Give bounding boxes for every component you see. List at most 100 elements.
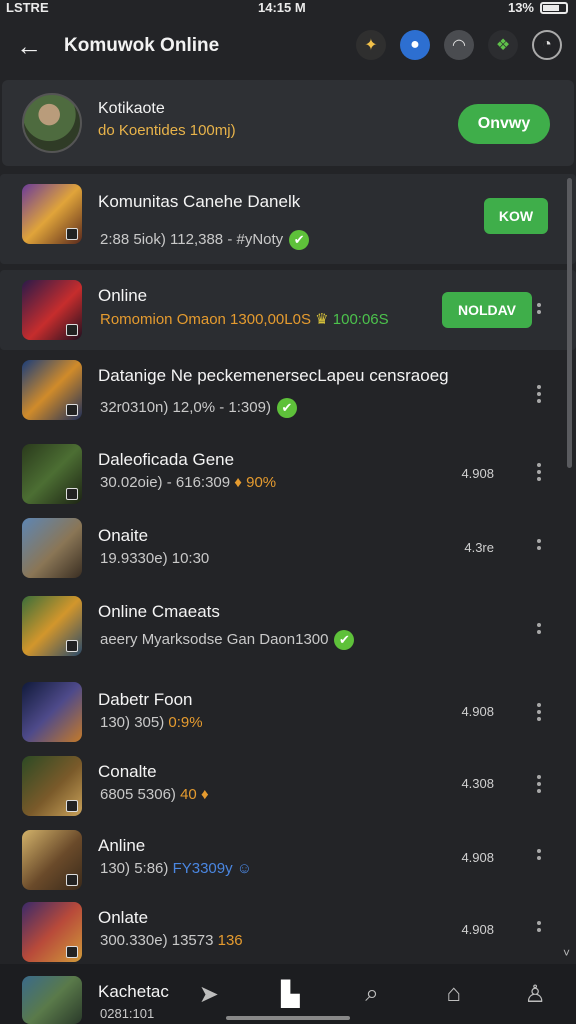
game-icon[interactable]: ● [400, 30, 430, 60]
game-thumbnail [22, 280, 82, 340]
item-score: 4.908 [461, 922, 494, 937]
rocket-icon[interactable]: ✦ [356, 30, 386, 60]
list-item[interactable]: Conalte 6805 5306) 40 ♦ 4.308 [0, 752, 576, 822]
item-score: 4.3re [464, 540, 494, 555]
notification-icon[interactable]: ◔ [532, 30, 562, 60]
item-title: Datanige Ne peckemenersecLapeu censraoeg [98, 366, 449, 385]
game-thumbnail [22, 682, 82, 742]
list-item[interactable]: Komunitas Canehe Danelk 2:88 5iok) 112,3… [0, 174, 576, 264]
item-subtitle: 19.9330e) 10:30 [100, 550, 210, 567]
item-title: Anline [98, 836, 146, 855]
crown-icon: ♛ [315, 311, 329, 328]
item-subtitle: 0281:101 [100, 1006, 155, 1021]
item-subtitle-accent: 90% [246, 474, 277, 491]
item-score: 4.308 [461, 776, 494, 791]
store-icon[interactable]: ⌂ [436, 976, 472, 1012]
join-button[interactable]: KOW [484, 198, 548, 234]
flame-icon: ♦ [200, 786, 209, 803]
more-options-icon[interactable] [534, 300, 544, 317]
item-title: Onaite [98, 526, 149, 545]
bookmark-icon[interactable]: ➤ [191, 976, 227, 1012]
item-subtitle: 2:88 5iok) 112,388 - #yNoty [100, 230, 284, 248]
item-subtitle: Romomion Omaon 1300,00L0S [100, 311, 311, 328]
game-thumbnail [22, 596, 82, 656]
more-options-icon[interactable] [534, 620, 544, 637]
more-options-icon[interactable] [534, 700, 544, 724]
leaf-icon[interactable]: ❖ [488, 30, 518, 60]
game-thumbnail [22, 976, 82, 1024]
app-bar: ← Komuwok Online ✦ ● ◠ ❖ ◔ [0, 22, 576, 72]
list-item[interactable]: Daleoficada Gene 30.02oie) - 616:309 ♦ 9… [0, 434, 576, 510]
item-subtitle-accent: 0:9% [168, 714, 203, 731]
hold-button[interactable]: NOLDAV [442, 292, 532, 328]
clock: 14:15 M [258, 0, 306, 15]
back-arrow-icon[interactable]: ← [16, 32, 44, 60]
list-item[interactable]: Online Cmaeats aeery Myarksodse Gan Daon… [0, 590, 576, 674]
item-subtitle: 130) 5:86) [100, 860, 169, 877]
chevron-down-icon[interactable]: ˅ [563, 946, 570, 960]
more-options-icon[interactable] [534, 382, 544, 406]
item-score: 4.908 [461, 850, 494, 865]
featured-card: Kotikaote do Koentides 100mj) Onvwy [2, 80, 574, 166]
list-item[interactable]: Online Romomion Omaon 1300,00L0S ♛ 100:0… [0, 270, 576, 350]
featured-title: Kotikaote [98, 100, 165, 117]
profile-icon[interactable]: ♙ [517, 976, 553, 1012]
home-indicator [226, 1016, 350, 1020]
list-item[interactable]: Anline 130) 5:86) FY3309y ☺ 4.908 [0, 826, 576, 896]
game-thumbnail [22, 444, 82, 504]
list-item[interactable]: Onaite 19.9330e) 10:30 4.3re [0, 510, 576, 584]
more-options-icon[interactable] [534, 460, 544, 484]
verified-check-icon: ✔ [289, 230, 310, 250]
item-subtitle-accent: 40 [180, 786, 197, 803]
item-subtitle: 30.02oie) - 616:309 [100, 474, 231, 491]
item-score: 4.908 [461, 466, 494, 481]
game-thumbnail [22, 184, 82, 244]
item-subtitle-accent: FY3309y [172, 860, 233, 877]
search-icon[interactable]: ⌕ [354, 976, 390, 1012]
carrier-label: LSTRE [6, 0, 49, 15]
more-options-icon[interactable] [534, 846, 544, 863]
item-title: Conalte [98, 762, 157, 781]
item-title: Online Cmaeats [98, 602, 220, 621]
smiley-icon: ☺ [236, 860, 253, 877]
scrollbar[interactable] [567, 178, 572, 468]
item-title: Komunitas Canehe Danelk [98, 192, 301, 211]
battery-icon [540, 1, 568, 14]
featured-action-button[interactable]: Onvwy [458, 104, 550, 144]
flame-icon: ♦ [234, 474, 242, 491]
verified-check-icon: ✔ [334, 630, 355, 650]
game-thumbnail [22, 902, 82, 962]
controller-icon[interactable]: ◠ [444, 30, 474, 60]
verified-check-icon: ✔ [276, 398, 297, 418]
item-title: Onlate [98, 908, 149, 927]
bottom-navigation: Kachetac 0281:101 ➤ ▙ ⌕ ⌂ ♙ [0, 964, 576, 1024]
item-subtitle: 6805 5306) [100, 786, 176, 803]
item-subtitle-accent: 136 [217, 932, 243, 949]
status-bar: LSTRE 14:15 M 13% [0, 0, 576, 18]
more-options-icon[interactable] [534, 536, 544, 553]
item-subtitle-accent: 100:06S [332, 311, 389, 328]
list-item[interactable]: Dabetr Foon 130) 305) 0:9% 4.908 [0, 678, 576, 748]
item-subtitle: 32r0310n) 12,0% - 1:309) [100, 398, 271, 416]
battery-percent: 13% [507, 0, 534, 15]
list-item[interactable]: Onlate 300.330e) 13573 136 4.908 [0, 900, 576, 966]
game-thumbnail [22, 518, 82, 578]
item-title: Online [98, 286, 148, 305]
game-thumbnail [22, 360, 82, 420]
item-subtitle: 300.330e) 13573 [100, 932, 214, 949]
more-options-icon[interactable] [534, 918, 544, 935]
game-thumbnail [22, 830, 82, 890]
more-options-icon[interactable] [534, 772, 544, 796]
item-subtitle: aeery Myarksodse Gan Daon1300 [100, 630, 329, 648]
item-title: Daleoficada Gene [98, 450, 235, 469]
list-item[interactable]: Datanige Ne peckemenersecLapeu censraoeg… [0, 354, 576, 434]
item-subtitle: 130) 305) [100, 714, 165, 731]
page-title: Komuwok Online [64, 35, 220, 56]
home-icon[interactable]: ▙ [272, 976, 308, 1012]
item-title: Dabetr Foon [98, 690, 193, 709]
game-thumbnail [22, 756, 82, 816]
featured-subtitle: do Koentides 100mj) [98, 122, 236, 139]
avatar[interactable] [22, 93, 82, 153]
item-score: 4.908 [461, 704, 494, 719]
item-title: Kachetac [98, 982, 169, 1001]
